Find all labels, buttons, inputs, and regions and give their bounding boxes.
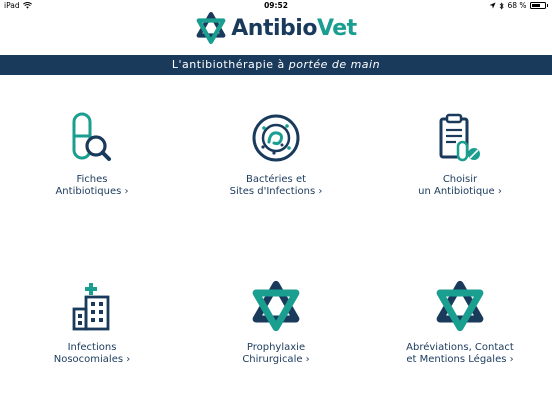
tile-label-line2: un Antibiotique › [418, 186, 502, 197]
tagline-part2: portée de main [288, 58, 381, 71]
tile-label-line2: Antibiotiques › [55, 186, 129, 197]
antibiovet-star-icon [196, 12, 226, 44]
battery-icon [529, 2, 546, 9]
app-name: AntibioVet [231, 15, 357, 41]
bluetooth-icon [500, 1, 505, 10]
antibiovet-star-icon [436, 280, 484, 332]
tagline-banner: L'antibiothérapie à portée de main [0, 55, 552, 75]
tile-label: Fiches Antibiotiques › [55, 174, 128, 198]
tile-label-line1: Infections [67, 342, 117, 353]
tile-prophylaxie-chirurgicale[interactable]: Prophylaxie Chirurgicale › [184, 280, 368, 366]
tile-label-line1: Fiches [76, 174, 108, 185]
status-right: 68 % [489, 1, 548, 10]
tile-label: Infections Nosocomiales › [54, 342, 131, 366]
tile-label-line1: Bactéries et [245, 174, 307, 185]
tile-abreviations-contact-mentions[interactable]: Abréviations, Contact et Mentions Légale… [368, 280, 552, 366]
location-arrow-icon [489, 2, 496, 9]
tile-label-line1: Abréviations, Contact [406, 342, 514, 353]
app-name-part1: Antibio [231, 15, 317, 41]
pill-search-icon [72, 112, 111, 161]
app-logo: AntibioVet [0, 11, 552, 45]
tile-label-line2: et Mentions Légales › [406, 354, 514, 365]
tile-label-line2: Chirurgicale › [242, 354, 310, 365]
tile-label: Bactéries et Sites d'Infections › [230, 174, 323, 198]
tile-label: Abréviations, Contact et Mentions Légale… [406, 342, 514, 366]
hospital-icon [72, 283, 110, 331]
antibiovet-star-icon [252, 280, 300, 332]
bacteria-icon [252, 114, 300, 162]
tile-label-line2: Sites d'Infections › [229, 186, 323, 197]
tile-label: Choisir un Antibiotique › [418, 174, 502, 198]
tile-infections-nosocomiales[interactable]: Infections Nosocomiales › [0, 280, 184, 366]
tile-label: Prophylaxie Chirurgicale › [242, 342, 309, 366]
battery-fill [531, 4, 540, 7]
clipboard-pills-icon [439, 113, 480, 162]
tile-bacteries-sites-infections[interactable]: Bactéries et Sites d'Infections › [184, 112, 368, 198]
tile-fiches-antibiotiques[interactable]: Fiches Antibiotiques › [0, 112, 184, 198]
status-time: 09:52 [264, 1, 288, 10]
tile-choisir-antibiotique[interactable]: Choisir un Antibiotique › [368, 112, 552, 198]
battery-percent: 68 % [507, 1, 527, 10]
tagline-part1: L'antibiothérapie à [171, 58, 289, 71]
tile-label-line1: Prophylaxie [246, 342, 306, 353]
tile-label-line2: Nosocomiales › [53, 354, 131, 365]
app-name-part2: Vet [316, 15, 357, 41]
battery-tip [546, 4, 548, 7]
tile-label-line1: Choisir [442, 174, 478, 185]
